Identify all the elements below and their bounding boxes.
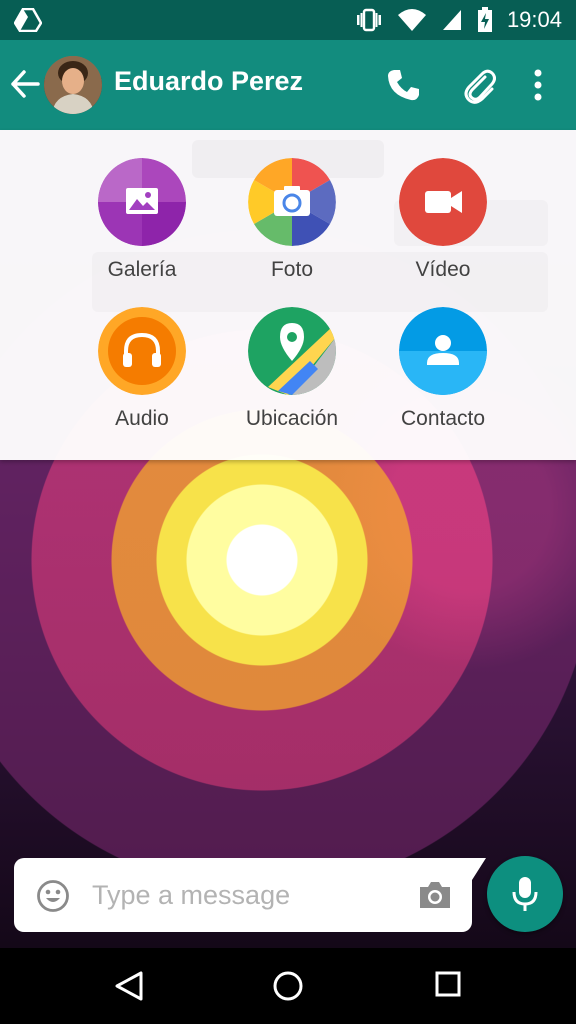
attach-gallery-button[interactable]: Galería: [72, 158, 212, 282]
map-pin-icon: [248, 307, 336, 395]
video-icon-circle: [399, 158, 487, 246]
attach-contact-label: Contacto: [400, 407, 486, 430]
status-time: 19:04: [506, 7, 562, 32]
map-pin-icon-circle: [248, 307, 336, 395]
attach-audio-button[interactable]: Audio: [72, 307, 212, 431]
battery-charging-icon: [477, 7, 492, 32]
nav-recents-icon[interactable]: [434, 970, 462, 1000]
message-composer: Type a message: [14, 858, 486, 932]
nav-back-icon[interactable]: [114, 970, 144, 1002]
video-icon: [399, 158, 487, 246]
attach-photo-label: Foto: [270, 258, 314, 281]
attach-gallery-label: Galería: [107, 258, 177, 281]
attach-photo-button[interactable]: Foto: [222, 158, 362, 282]
message-input[interactable]: Type a message: [92, 880, 290, 911]
contact-name[interactable]: Eduardo Perez: [114, 66, 303, 97]
chat-header: Eduardo Perez: [0, 40, 576, 130]
attach-video-label: Vídeo: [415, 258, 471, 281]
mic-icon: [512, 877, 538, 911]
more-vert-icon[interactable]: [528, 68, 548, 102]
nav-home-icon[interactable]: [272, 970, 304, 1002]
wifi-icon: [397, 9, 426, 31]
emoji-icon[interactable]: [36, 879, 70, 913]
attach-location-button[interactable]: Ubicación: [222, 307, 362, 431]
vibrate-icon: [356, 8, 381, 32]
mic-button[interactable]: [487, 856, 563, 932]
drive-icon: [14, 8, 42, 32]
camera-icon[interactable]: [418, 880, 452, 910]
contact-icon: [399, 307, 487, 395]
back-arrow-icon[interactable]: [10, 69, 40, 99]
camera-icon: [248, 158, 336, 246]
avatar[interactable]: [44, 56, 102, 114]
gallery-icon-circle: [98, 158, 186, 246]
attach-contact-button[interactable]: Contacto: [373, 307, 513, 431]
attach-video-button[interactable]: Vídeo: [373, 158, 513, 282]
phone-icon[interactable]: [386, 68, 420, 102]
attach-audio-label: Audio: [115, 407, 169, 430]
paperclip-icon[interactable]: [462, 68, 496, 104]
gallery-icon: [98, 158, 186, 246]
attachment-panel: Galería Foto Vídeo Audio Ubicación Conta…: [0, 130, 576, 460]
navigation-bar: [0, 948, 576, 1024]
status-bar: 19:04: [0, 0, 576, 40]
camera-icon-circle: [248, 158, 336, 246]
headphones-icon: [98, 307, 186, 395]
attach-location-label: Ubicación: [245, 407, 339, 430]
cell-signal-icon: [442, 10, 461, 30]
headphones-icon-circle: [98, 307, 186, 395]
contact-icon-circle: [399, 307, 487, 395]
